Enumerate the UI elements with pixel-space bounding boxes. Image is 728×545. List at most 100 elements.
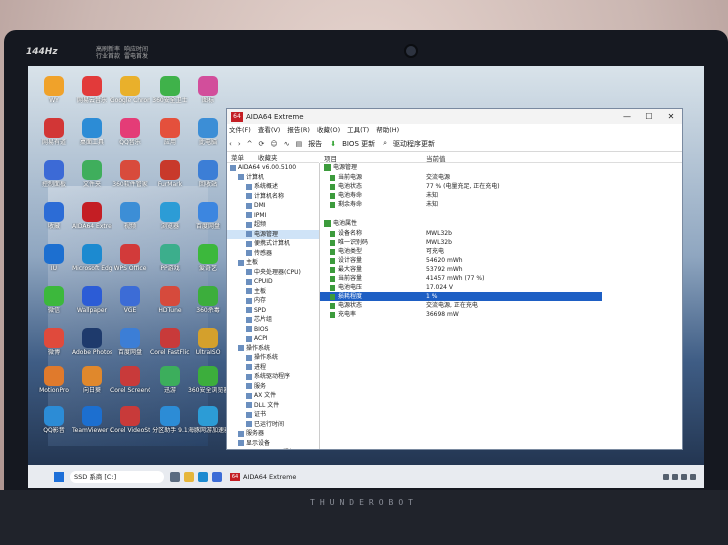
up-icon[interactable]: ^ — [247, 140, 253, 148]
tree-item[interactable]: Windows 视频 — [227, 448, 319, 449]
tree-item[interactable]: ACPI — [227, 334, 319, 344]
network-icon[interactable] — [663, 473, 669, 480]
desktop-icon[interactable]: 此电脑 — [188, 118, 228, 146]
tab-favorites[interactable]: 收藏夹 — [258, 152, 278, 162]
tree-item[interactable]: 操作系统 — [227, 353, 319, 363]
tree-item[interactable]: 主板 — [227, 287, 319, 297]
minimize-icon[interactable]: — — [616, 112, 638, 121]
close-icon[interactable]: ✕ — [660, 112, 682, 121]
desktop-icon[interactable]: 网易有道 — [34, 118, 74, 146]
desktop-icon[interactable]: Corel ScreenC... — [110, 366, 150, 394]
tree-item[interactable]: 计算机 — [227, 173, 319, 183]
desktop-icon[interactable]: WY — [34, 76, 74, 104]
desktop-icon[interactable]: 爱奇艺 — [188, 244, 228, 272]
desktop-icon[interactable]: 百度网盘 — [188, 202, 228, 230]
desktop-icon[interactable]: HDTune — [150, 286, 190, 314]
detail-row[interactable]: 电池状态 77 % (电量充足, 正在充电) — [320, 182, 682, 191]
desktop-icon[interactable]: 视频 — [110, 202, 150, 230]
taskbar-aida64[interactable]: 64 AIDA64 Extreme — [230, 472, 296, 481]
volume-icon[interactable] — [672, 473, 678, 480]
menu-file[interactable]: 文件(F) — [229, 124, 251, 136]
tree-item[interactable]: 内存 — [227, 296, 319, 306]
tree-item[interactable]: 操作系统 — [227, 344, 319, 354]
tree-item[interactable]: 证书 — [227, 410, 319, 420]
forward-icon[interactable]: › — [238, 140, 241, 148]
notification-icon[interactable] — [690, 473, 696, 480]
edge-icon[interactable] — [198, 471, 208, 482]
detail-row[interactable]: 电池电压 17.024 V — [320, 283, 682, 292]
desktop-icon[interactable]: Corel VideoStud... — [110, 406, 150, 434]
desktop-icon[interactable]: 桌面工具 — [72, 118, 112, 146]
maximize-icon[interactable]: ☐ — [638, 112, 660, 121]
desktop-icon[interactable]: 向日葵 — [72, 366, 112, 394]
tree-item[interactable]: 显示设备 — [227, 439, 319, 449]
desktop-icon[interactable]: 回收站 — [188, 160, 228, 188]
detail-row[interactable]: 电池类型 可充电 — [320, 247, 682, 256]
desktop-icon[interactable]: Microsoft Edge — [72, 244, 112, 272]
tree-item[interactable]: DLL 文件 — [227, 401, 319, 411]
desktop-icon[interactable]: FurMark — [150, 160, 190, 188]
desktop-icon[interactable]: 360杀毒 — [188, 286, 228, 314]
tree-item[interactable]: DMI — [227, 201, 319, 211]
detail-row[interactable]: 最大容量 53792 mWh — [320, 265, 682, 274]
detail-row[interactable]: 设备名称 MWL32b — [320, 229, 682, 238]
tree-item[interactable]: 已运行时间 — [227, 420, 319, 430]
desktop-icon[interactable]: 控制面板 — [34, 160, 74, 188]
tree-item[interactable]: 系统概述 — [227, 182, 319, 192]
detail-row[interactable]: 剩余寿命 未知 — [320, 200, 682, 209]
tree-item[interactable]: AX 文件 — [227, 391, 319, 401]
tree-item[interactable]: 进程 — [227, 363, 319, 373]
desktop-icon[interactable]: UltraISO — [188, 328, 228, 356]
tree-item[interactable]: 便携式计算机 — [227, 239, 319, 249]
desktop-icon[interactable]: 文件夹 — [72, 160, 112, 188]
desktop-icon[interactable]: WPS Office — [110, 244, 150, 272]
tree-item[interactable]: 主板 — [227, 258, 319, 268]
store-icon[interactable] — [212, 471, 222, 482]
detail-row[interactable]: 当前容量 41457 mWh (77 %) — [320, 274, 682, 283]
detail-row[interactable]: 设计容量 54620 mWh — [320, 256, 682, 265]
tree-item[interactable]: IPMI — [227, 211, 319, 221]
desktop-icon[interactable]: Corel FastFlick X9 — [150, 328, 190, 356]
tree-item[interactable]: 服务 — [227, 382, 319, 392]
tree-item[interactable]: 超频 — [227, 220, 319, 230]
detail-row[interactable]: 电源状态 交流电源, 正在充电 — [320, 301, 682, 310]
menu-help[interactable]: 帮助(H) — [376, 124, 399, 136]
report-button[interactable]: 报告 — [308, 139, 322, 149]
tree-item[interactable]: 芯片组 — [227, 315, 319, 325]
tree-item[interactable]: 计算机名称 — [227, 192, 319, 202]
desktop-icon[interactable]: 海豚网游加速器 — [188, 406, 228, 434]
desktop-icon[interactable]: 360软件管家 — [110, 160, 150, 188]
chart-icon[interactable]: ∿ — [284, 140, 290, 148]
desktop-icon[interactable]: 360安全卫士 — [150, 76, 190, 104]
desktop-icon[interactable]: Wallpaper — [72, 286, 112, 314]
desktop-icon[interactable]: Google Chrome — [110, 76, 150, 104]
desktop-icon[interactable]: 网易云音乐 — [72, 76, 112, 104]
menu-favorites[interactable]: 收藏(O) — [317, 124, 340, 136]
desktop-icon[interactable]: PP游戏 — [150, 244, 190, 272]
desktop-icon[interactable]: AIDA64 Extreme — [72, 202, 112, 230]
tree-item[interactable]: SPD — [227, 306, 319, 316]
tree-item[interactable]: 中央处理器(CPU) — [227, 268, 319, 278]
tree-item[interactable]: CPUID — [227, 277, 319, 287]
desktop-icon[interactable]: Adobe Photosh... — [72, 328, 112, 356]
column-value[interactable]: 当前值 — [426, 153, 446, 163]
driver-update-button[interactable]: 驱动程序更新 — [393, 139, 435, 149]
desktop-icon[interactable]: 分区助手 9.1 — [150, 406, 190, 434]
detail-row[interactable]: 当前电源 交流电源 — [320, 173, 682, 182]
back-icon[interactable]: ‹ — [229, 140, 232, 148]
detail-row[interactable]: 损耗程度 1 % — [320, 292, 602, 301]
detail-row[interactable]: 唯一识别码 MWL32b — [320, 238, 682, 247]
detail-row[interactable]: 电池寿命 未知 — [320, 191, 682, 200]
desktop-icon[interactable]: VGE — [110, 286, 150, 314]
desktop-icon[interactable]: 微博 — [34, 328, 74, 356]
desktop-icon[interactable]: 应用 — [150, 118, 190, 146]
tree-item[interactable]: 电源管理 — [227, 229, 319, 239]
desktop-icon[interactable]: 迅游 — [150, 366, 190, 394]
tree-item[interactable]: 传感器 — [227, 249, 319, 259]
task-view-icon[interactable] — [170, 471, 180, 482]
tree-item[interactable]: AIDA64 v6.00.5100 — [227, 163, 319, 173]
explorer-icon[interactable] — [184, 471, 194, 482]
menu-tools[interactable]: 工具(T) — [347, 124, 369, 136]
tree-item[interactable]: 系统驱动程序 — [227, 372, 319, 382]
refresh-icon[interactable]: ⟳ — [259, 140, 265, 148]
